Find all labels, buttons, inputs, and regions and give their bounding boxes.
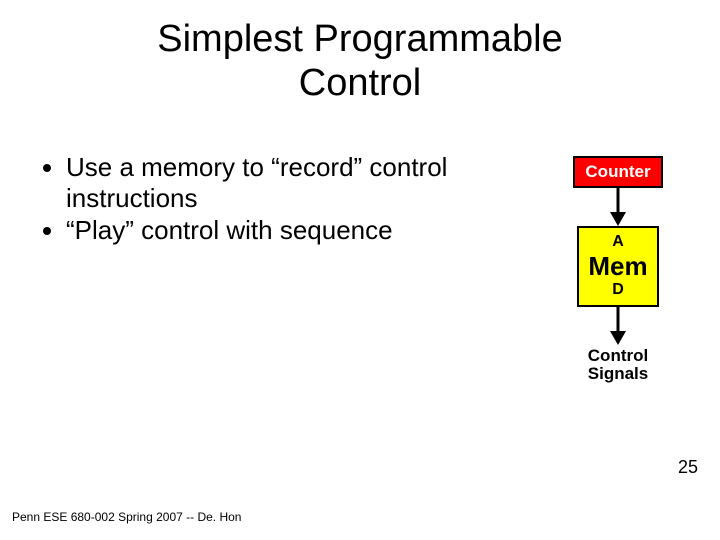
block-diagram: Counter A Mem D Control Signals [548,156,688,383]
mem-port-d: D [579,282,657,299]
counter-box: Counter [573,156,662,188]
slide: Simplest Programmable Control Use a memo… [0,0,720,540]
slide-title: Simplest Programmable Control [0,18,720,105]
arrow-down-icon [603,188,633,226]
bullet-item: “Play” control with sequence [66,215,468,246]
arrow-down-icon [603,307,633,345]
control-line-2: Signals [588,364,648,383]
title-line-1: Simplest Programmable [157,18,562,60]
page-number: 25 [678,457,698,478]
mem-label: Mem [579,253,657,280]
bullet-list: Use a memory to “record” control instruc… [38,152,468,248]
control-signals-label: Control Signals [588,347,648,383]
control-line-1: Control [588,346,648,365]
mem-port-a: A [579,234,657,251]
memory-box: A Mem D [577,226,659,307]
footer-text: Penn ESE 680-002 Spring 2007 -- De. Hon [12,510,241,524]
bullet-item: Use a memory to “record” control instruc… [66,152,468,213]
title-line-2: Control [299,62,422,104]
